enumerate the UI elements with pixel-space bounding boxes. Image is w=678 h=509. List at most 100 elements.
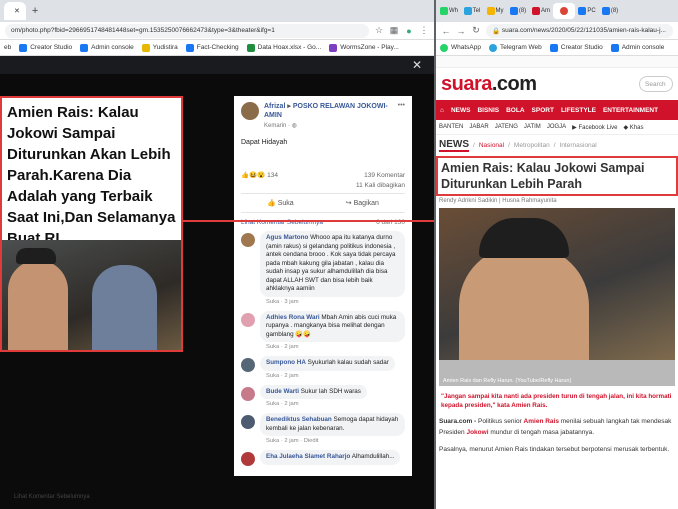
reload-icon[interactable]: ↻ — [471, 25, 481, 36]
comment-bubble: Sumpono HA Syukurlah kalau sudah sadar — [260, 356, 395, 371]
avatar[interactable] — [241, 233, 255, 247]
comments-count[interactable]: 139 Komentar — [364, 172, 405, 179]
nav-bola[interactable]: BOLA — [506, 107, 524, 114]
comment-bubble: Benediktus Sehabuan Semoga dapat hidayah… — [260, 413, 405, 436]
link-amien-rais[interactable]: Amien Rais — [524, 418, 559, 425]
avatar[interactable] — [241, 102, 259, 120]
site-logo[interactable]: suara.com — [441, 73, 537, 96]
commenter-name[interactable]: Agus Martono — [266, 234, 308, 241]
nav-home-icon[interactable]: ⌂ — [440, 107, 444, 114]
facebook-icon — [80, 43, 89, 52]
bookmark-whatsapp[interactable]: WhatsApp — [440, 43, 481, 52]
commenter-name[interactable]: Bude Warti — [266, 388, 299, 395]
comment-meta[interactable]: Suka · 2 jam — [260, 399, 367, 407]
comment-meta[interactable]: Suka · 2 jam — [260, 342, 405, 350]
comment-bubble: Agus Martono Whooo apa itu katanya durno… — [260, 231, 405, 297]
forward-icon[interactable]: → — [456, 26, 466, 36]
crumb-internasional[interactable]: Internasional — [560, 142, 597, 149]
left-active-tab[interactable]: ✕ — [4, 2, 26, 20]
avatar[interactable] — [241, 386, 255, 401]
bookmark-admin-console[interactable]: Admin console — [610, 43, 664, 52]
bookmark-telegram[interactable]: Telegram Web — [489, 43, 542, 52]
bookmark-admin-console[interactable]: Admin console — [80, 43, 134, 52]
comment-meta[interactable]: Suka · 2 jam — [260, 371, 395, 379]
tab-facebook-2[interactable]: (8) — [599, 3, 621, 19]
close-icon[interactable]: ✕ — [412, 58, 422, 72]
bookmark-creator-studio[interactable]: Creator Studio — [549, 43, 603, 52]
nav-lifestyle[interactable]: LIFESTYLE — [561, 107, 596, 114]
comment-meta[interactable] — [260, 465, 400, 467]
right-browser-window: Wh Tel My (8) Am PC (8) ← → ↻ 🔒 suara.co… — [436, 0, 678, 509]
share-button[interactable]: ↪ Bagikan — [346, 199, 379, 207]
shares-count[interactable]: 11 Kali dibagikan — [356, 182, 405, 189]
crumb-nasional[interactable]: Nasional — [479, 142, 504, 149]
bookmark-wormszone[interactable]: WormsZone - Play... — [329, 43, 399, 52]
bookmark-data-hoax[interactable]: Data Hoax.xlsx - Go... — [246, 43, 321, 52]
close-tab-icon[interactable]: ✕ — [14, 7, 20, 15]
subnav-jatim[interactable]: JATIM — [524, 124, 541, 130]
tab-my[interactable]: My — [484, 3, 506, 19]
subnav-jogja[interactable]: JOGJA — [547, 124, 566, 130]
avatar[interactable] — [241, 312, 255, 327]
avatar[interactable] — [241, 415, 255, 429]
video-icon: ▶ — [572, 124, 577, 131]
menu-icon[interactable]: ⋮ — [419, 25, 429, 36]
left-url-field[interactable]: om/photo.php?fbid=2966951748481448set=gm… — [5, 23, 369, 38]
new-tab-icon[interactable]: + — [28, 5, 38, 17]
subnav-facebook-live[interactable]: ▶ Facebook Live — [572, 124, 617, 131]
right-url-field[interactable]: 🔒 suara.com/news/2020/05/22/121035/amien… — [486, 23, 673, 38]
tab-active[interactable] — [553, 3, 575, 19]
crumb-news[interactable]: NEWS — [439, 139, 469, 152]
article-title: Amien Rais: Kalau Jokowi Sampai Diturunk… — [436, 156, 678, 196]
bookmark-creator-studio[interactable]: Creator Studio — [19, 43, 72, 52]
facebook-icon — [610, 43, 619, 52]
nav-news[interactable]: NEWS — [451, 107, 471, 114]
extension-icon[interactable]: ▦ — [389, 25, 399, 36]
back-icon[interactable]: ← — [441, 26, 451, 36]
like-button[interactable]: 👍 Suka — [267, 199, 294, 207]
whatsapp-icon — [440, 43, 448, 52]
profile-icon[interactable]: ● — [404, 26, 414, 36]
comment-meta[interactable]: Suka · 3 jam — [260, 297, 405, 305]
reaction-icons[interactable]: 👍😆😮 — [241, 172, 265, 179]
nav-entertainment[interactable]: ENTERTAINMENT — [603, 107, 658, 114]
post-actions: 👍 Suka ↪ Bagikan — [241, 193, 405, 213]
link-jokowi[interactable]: Jokowi — [466, 429, 488, 436]
nav-bisnis[interactable]: BISNIS — [477, 107, 499, 114]
avatar[interactable] — [241, 358, 255, 372]
subnav-khas[interactable]: ◆ Khas — [623, 124, 643, 131]
commenter-name[interactable]: Benediktus Sehabuan — [266, 416, 332, 423]
star-icon[interactable]: ☆ — [374, 25, 384, 36]
tab-telegram[interactable]: Tel — [461, 3, 483, 19]
article-paragraph-2: Pasalnya, menurut Amien Rais tindakan te… — [439, 446, 670, 453]
reaction-count[interactable]: 134 — [267, 172, 278, 179]
bookmark-yudistira[interactable]: Yudistira — [141, 43, 178, 52]
commenter-name[interactable]: Adhies Rona Wari — [266, 314, 320, 321]
comment-text: Whooo apa itu katanya durno (amin rakus)… — [266, 234, 396, 292]
poster-name[interactable]: Afrizal — [264, 103, 285, 110]
tab-facebook-1[interactable]: (8) — [507, 3, 529, 19]
post-photo[interactable]: Amien Rais: Kalau Jokowi Sampai Diturunk… — [0, 96, 183, 352]
more-options-icon[interactable]: ••• — [398, 102, 405, 129]
crumb-metropolitan[interactable]: Metropolitan — [514, 142, 550, 149]
commenter-name[interactable]: Sumpono HA — [266, 359, 306, 366]
avatar[interactable] — [241, 452, 255, 466]
subnav-jabar[interactable]: JABAR — [469, 124, 488, 130]
lock-icon: 🔒 — [492, 27, 501, 35]
subnav-banten[interactable]: BANTEN — [439, 124, 463, 130]
comment-text: Alhamdulillah... — [351, 453, 395, 460]
drive-icon — [486, 7, 495, 15]
tab-amien[interactable]: Am — [530, 3, 552, 19]
bookmark-fact-checking[interactable]: Fact-Checking — [185, 43, 239, 52]
facebook-icon — [578, 7, 587, 15]
post-time[interactable]: Kemarin — [264, 123, 286, 129]
nav-sport[interactable]: SPORT — [532, 107, 554, 114]
tab-whatsapp[interactable]: Wh — [438, 3, 460, 19]
search-input[interactable]: Search — [639, 76, 673, 92]
bookmark-web[interactable]: eb — [4, 44, 11, 51]
subnav-jateng[interactable]: JATENG — [495, 124, 518, 130]
person-figure — [92, 265, 157, 350]
commenter-name[interactable]: Eha Julaeha Slamet Raharjo — [266, 453, 350, 460]
comment-meta[interactable]: Suka · 2 jam · Diedit — [260, 436, 405, 444]
tab-pc[interactable]: PC — [576, 3, 598, 19]
